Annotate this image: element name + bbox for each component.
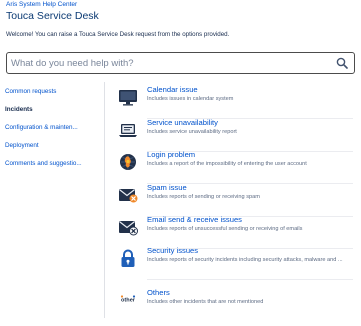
request-type-calendar-issue[interactable]: Calendar issue Includes issues in calend…: [118, 85, 358, 119]
request-type-others[interactable]: other Others Includes other incidents th…: [118, 288, 358, 322]
spam-mail-icon: [119, 189, 138, 203]
others-icon: other: [120, 295, 136, 304]
laptop-icon: [119, 124, 137, 137]
request-description: Includes a report of the impossibility o…: [147, 161, 307, 167]
request-title[interactable]: Email send & receive issues: [147, 215, 242, 224]
request-description: Includes reports of sending or receiving…: [147, 194, 260, 200]
request-title[interactable]: Security issues: [147, 246, 198, 255]
search-icon[interactable]: [336, 57, 348, 69]
request-description: Includes reports of security incidents i…: [147, 257, 343, 263]
sidebar-item-deployment[interactable]: Deployment: [5, 142, 101, 149]
sidebar-item-incidents[interactable]: Incidents: [5, 106, 101, 113]
request-description: Includes service unavailability report: [147, 129, 237, 135]
request-type-email-issues[interactable]: Email send & receive issues Includes rep…: [118, 215, 358, 249]
page-title: Touca Service Desk: [6, 10, 99, 22]
request-type-spam-issue[interactable]: Spam issue Includes reports of sending o…: [118, 183, 358, 217]
divider: [147, 279, 353, 280]
svg-text:other: other: [121, 298, 136, 304]
request-type-service-unavailability[interactable]: Service unavailability Includes service …: [118, 118, 358, 152]
sidebar: Common requests Incidents Configuration …: [0, 82, 104, 326]
request-description: Includes reports of unsuccessful sending…: [147, 226, 303, 232]
request-description: Includes issues in calendar system: [147, 96, 234, 102]
request-type-security-issues[interactable]: Security issues Includes reports of secu…: [118, 246, 358, 280]
sidebar-divider: [104, 82, 105, 318]
search-input[interactable]: [11, 54, 331, 72]
sidebar-item-configuration[interactable]: Configuration & mainten...: [5, 124, 101, 131]
lock-icon: [121, 249, 135, 267]
request-title[interactable]: Spam issue: [147, 183, 187, 192]
mail-error-icon: [119, 221, 138, 236]
request-title[interactable]: Login problem: [147, 150, 195, 159]
help-center-link[interactable]: Aris System Help Center: [6, 1, 77, 8]
request-description: Includes other incidents that are not me…: [147, 299, 264, 305]
request-title[interactable]: Others: [147, 288, 170, 297]
request-title[interactable]: Calendar issue: [147, 85, 198, 94]
sidebar-item-comments[interactable]: Comments and suggestio...: [5, 160, 101, 167]
sidebar-item-common-requests[interactable]: Common requests: [5, 88, 101, 95]
welcome-message: Welcome! You can raise a Touca Service D…: [6, 31, 230, 38]
request-title[interactable]: Service unavailability: [147, 118, 218, 127]
monitor-icon: [119, 90, 137, 106]
login-globe-icon: [120, 154, 136, 170]
search-box: [6, 52, 355, 74]
request-type-login-problem[interactable]: Login problem Includes a report of the i…: [118, 150, 358, 184]
